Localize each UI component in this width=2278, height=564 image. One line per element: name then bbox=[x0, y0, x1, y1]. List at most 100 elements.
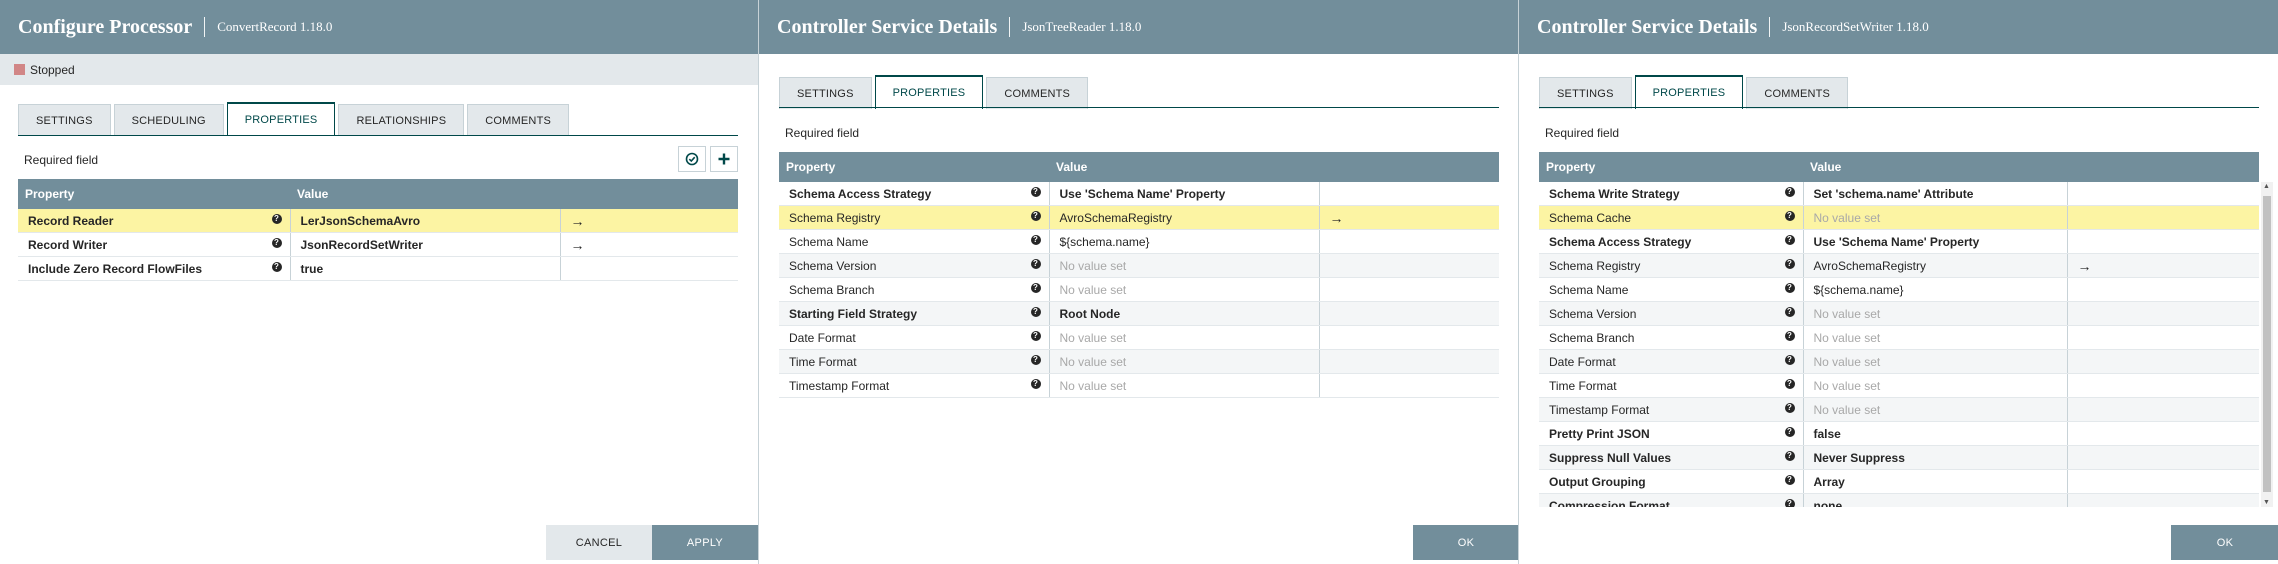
help-circle-icon[interactable]: ? bbox=[1784, 210, 1795, 221]
tab-comments[interactable]: COMMENTS bbox=[1746, 77, 1849, 109]
apply-button[interactable]: APPLY bbox=[652, 525, 758, 560]
table-row[interactable]: Date Format? No value set bbox=[1539, 349, 2259, 374]
tab-settings[interactable]: SETTINGS bbox=[1539, 77, 1632, 109]
property-value[interactable]: No value set bbox=[1802, 373, 2067, 398]
tab-relationships[interactable]: RELATIONSHIPS bbox=[338, 104, 465, 136]
table-row[interactable]: Schema Branch? No value set bbox=[779, 277, 1499, 302]
tab-comments[interactable]: COMMENTS bbox=[467, 104, 570, 136]
scroll-down-icon[interactable]: ▼ bbox=[2263, 499, 2270, 506]
table-row[interactable]: Compression Format? none bbox=[1539, 493, 2259, 507]
property-value[interactable]: No value set bbox=[1048, 373, 1319, 398]
property-value[interactable]: Never Suppress bbox=[1802, 445, 2067, 470]
help-circle-icon[interactable]: ? bbox=[1784, 306, 1795, 317]
help-circle-icon[interactable]: ? bbox=[1784, 498, 1795, 507]
help-circle-icon[interactable]: ? bbox=[1030, 330, 1041, 341]
property-value[interactable]: No value set bbox=[1048, 349, 1319, 374]
tab-properties[interactable]: PROPERTIES bbox=[1634, 75, 1744, 109]
help-circle-icon[interactable]: ? bbox=[1030, 258, 1041, 269]
property-value[interactable]: true bbox=[289, 256, 560, 281]
table-row[interactable]: Schema Version? No value set bbox=[1539, 301, 2259, 326]
property-value[interactable]: Use 'Schema Name' Property bbox=[1802, 229, 2067, 254]
help-circle-icon[interactable]: ? bbox=[1030, 282, 1041, 293]
table-row[interactable]: Schema Version? No value set bbox=[779, 253, 1499, 278]
properties-table-viewport[interactable]: Property Value Schema Write Strategy? Se… bbox=[1539, 152, 2277, 507]
help-circle-icon[interactable]: ? bbox=[271, 237, 282, 248]
help-circle-icon[interactable]: ? bbox=[1030, 378, 1041, 389]
tab-comments[interactable]: COMMENTS bbox=[986, 77, 1089, 109]
table-row[interactable]: Schema Write Strategy? Set 'schema.name'… bbox=[1539, 182, 2259, 206]
go-to-arrow-icon[interactable]: → bbox=[1330, 210, 1344, 226]
table-row[interactable]: Record Writer ? JsonRecordSetWriter → bbox=[18, 232, 738, 257]
scroll-up-icon[interactable]: ▲ bbox=[2263, 183, 2270, 190]
property-value[interactable]: Set 'schema.name' Attribute bbox=[1802, 182, 2067, 206]
scrollbar-thumb[interactable] bbox=[2263, 196, 2271, 492]
help-circle-icon[interactable]: ? bbox=[1030, 354, 1041, 365]
help-circle-icon[interactable]: ? bbox=[1784, 234, 1795, 245]
property-value[interactable]: JsonRecordSetWriter bbox=[289, 232, 560, 257]
tab-properties[interactable]: PROPERTIES bbox=[874, 75, 984, 109]
help-circle-icon[interactable]: ? bbox=[1784, 426, 1795, 437]
help-circle-icon[interactable]: ? bbox=[271, 213, 282, 224]
property-value[interactable]: No value set bbox=[1048, 277, 1319, 302]
property-value[interactable]: No value set bbox=[1048, 325, 1319, 350]
property-value[interactable]: Root Node bbox=[1048, 301, 1319, 326]
property-value[interactable]: false bbox=[1802, 421, 2067, 446]
table-row[interactable]: Schema Branch? No value set bbox=[1539, 325, 2259, 350]
go-to-arrow-icon[interactable]: → bbox=[571, 237, 585, 253]
help-circle-icon[interactable]: ? bbox=[1784, 186, 1795, 197]
help-circle-icon[interactable]: ? bbox=[1030, 306, 1041, 317]
table-row[interactable]: Schema Cache? No value set bbox=[1539, 205, 2259, 230]
property-value[interactable]: Array bbox=[1802, 469, 2067, 494]
property-value[interactable]: No value set bbox=[1048, 253, 1319, 278]
property-value[interactable]: ${schema.name} bbox=[1048, 229, 1319, 254]
tab-properties[interactable]: PROPERTIES bbox=[226, 102, 336, 136]
table-row[interactable]: Schema Access Strategy? Use 'Schema Name… bbox=[779, 182, 1499, 206]
go-to-arrow-icon[interactable]: → bbox=[571, 213, 585, 229]
table-row[interactable]: Time Format? No value set bbox=[1539, 373, 2259, 398]
table-row[interactable]: Schema Name? ${schema.name} bbox=[1539, 277, 2259, 302]
go-to-arrow-icon[interactable]: → bbox=[2078, 258, 2092, 274]
table-row[interactable]: Output Grouping? Array bbox=[1539, 469, 2259, 494]
property-value[interactable]: LerJsonSchemaAvro bbox=[289, 209, 560, 233]
table-row[interactable]: Pretty Print JSON? false bbox=[1539, 421, 2259, 446]
property-value[interactable]: No value set bbox=[1802, 397, 2067, 422]
property-value[interactable]: No value set bbox=[1802, 301, 2067, 326]
ok-button[interactable]: OK bbox=[1413, 525, 1519, 560]
table-row[interactable]: Date Format? No value set bbox=[779, 325, 1499, 350]
table-row[interactable]: Schema Registry? AvroSchemaRegistry → bbox=[779, 205, 1499, 230]
help-circle-icon[interactable]: ? bbox=[1784, 402, 1795, 413]
property-value[interactable]: No value set bbox=[1802, 325, 2067, 350]
property-value[interactable]: ${schema.name} bbox=[1802, 277, 2067, 302]
ok-button[interactable]: OK bbox=[2171, 525, 2278, 560]
table-row[interactable]: Schema Access Strategy? Use 'Schema Name… bbox=[1539, 229, 2259, 254]
tab-scheduling[interactable]: SCHEDULING bbox=[113, 104, 224, 136]
property-value[interactable]: none bbox=[1802, 493, 2067, 507]
table-row[interactable]: Timestamp Format? No value set bbox=[1539, 397, 2259, 422]
help-circle-icon[interactable]: ? bbox=[1030, 234, 1041, 245]
table-row[interactable]: Schema Name? ${schema.name} bbox=[779, 229, 1499, 254]
table-row[interactable]: Time Format? No value set bbox=[779, 349, 1499, 374]
property-value[interactable]: No value set bbox=[1802, 205, 2067, 230]
vertical-scrollbar[interactable]: ▲ ▼ bbox=[2261, 182, 2273, 507]
help-circle-icon[interactable]: ? bbox=[1784, 450, 1795, 461]
help-circle-icon[interactable]: ? bbox=[1784, 354, 1795, 365]
property-value[interactable]: Use 'Schema Name' Property bbox=[1048, 182, 1319, 206]
tab-settings[interactable]: SETTINGS bbox=[779, 77, 872, 109]
table-row[interactable]: Include Zero Record FlowFiles ? true bbox=[18, 256, 738, 281]
tab-settings[interactable]: SETTINGS bbox=[18, 104, 111, 136]
help-circle-icon[interactable]: ? bbox=[1784, 282, 1795, 293]
table-row[interactable]: Record Reader ? LerJsonSchemaAvro → bbox=[18, 209, 738, 233]
help-circle-icon[interactable]: ? bbox=[271, 261, 282, 272]
table-row[interactable]: Schema Registry? AvroSchemaRegistry → bbox=[1539, 253, 2259, 278]
table-row[interactable]: Suppress Null Values? Never Suppress bbox=[1539, 445, 2259, 470]
add-property-button[interactable] bbox=[710, 146, 738, 172]
property-value[interactable]: No value set bbox=[1802, 349, 2067, 374]
verify-button[interactable] bbox=[678, 146, 706, 172]
table-row[interactable]: Starting Field Strategy? Root Node bbox=[779, 301, 1499, 326]
help-circle-icon[interactable]: ? bbox=[1030, 186, 1041, 197]
help-circle-icon[interactable]: ? bbox=[1030, 210, 1041, 221]
help-circle-icon[interactable]: ? bbox=[1784, 330, 1795, 341]
help-circle-icon[interactable]: ? bbox=[1784, 378, 1795, 389]
help-circle-icon[interactable]: ? bbox=[1784, 474, 1795, 485]
help-circle-icon[interactable]: ? bbox=[1784, 258, 1795, 269]
